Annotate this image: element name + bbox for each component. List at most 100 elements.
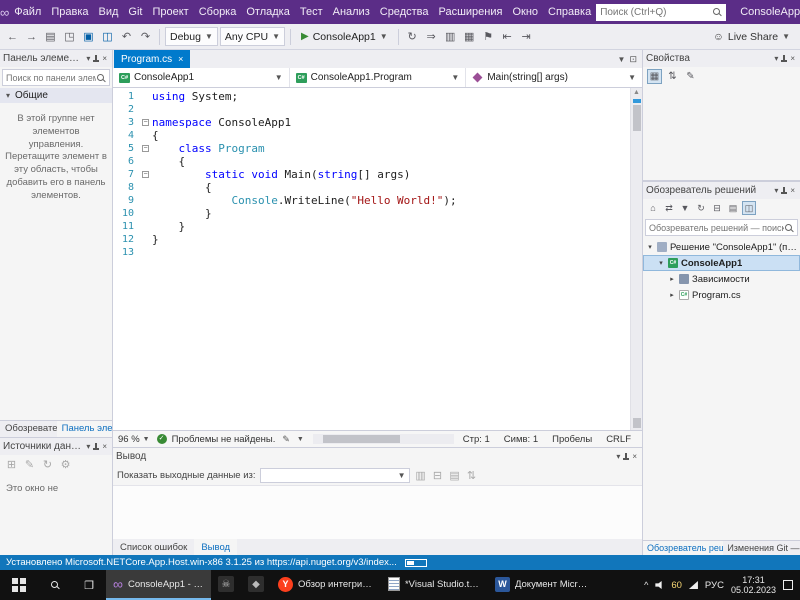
tab-error-list[interactable]: Список ошибок bbox=[113, 539, 194, 555]
chevron-down-icon[interactable]: ▾ bbox=[84, 442, 92, 451]
chevron-down-icon[interactable]: ▾ bbox=[772, 54, 780, 63]
clock[interactable]: 17:31 05.02.2023 bbox=[731, 575, 776, 596]
menu-item[interactable]: Вид bbox=[94, 0, 124, 24]
tab-server-explorer[interactable]: Обозревате... bbox=[0, 421, 57, 437]
menu-item[interactable]: Сборка bbox=[194, 0, 242, 24]
taskbar-item-visual-studio[interactable]: ∞ ConsoleApp1 - Mic... bbox=[106, 570, 211, 600]
tab-output[interactable]: Вывод bbox=[194, 539, 238, 555]
tree-expander-icon[interactable]: ▾ bbox=[646, 243, 654, 251]
network-icon[interactable] bbox=[688, 581, 698, 589]
code-line[interactable]: 3 − namespace ConsoleApp1 bbox=[113, 116, 630, 129]
pin-icon[interactable] bbox=[780, 54, 788, 64]
menu-item[interactable]: Файл bbox=[9, 0, 46, 24]
pin-icon[interactable] bbox=[622, 452, 630, 462]
code-line[interactable]: 7 − static void Main(string[] args) bbox=[113, 168, 630, 181]
volume-icon[interactable] bbox=[655, 581, 662, 589]
toolbox-category-general[interactable]: ▾ Общие bbox=[0, 88, 112, 103]
code-line[interactable]: 6 { bbox=[113, 155, 630, 168]
menu-item[interactable]: Справка bbox=[543, 0, 596, 24]
zoom-dropdown[interactable]: 96 % ▼ bbox=[116, 434, 152, 445]
menu-item[interactable]: Git bbox=[123, 0, 147, 24]
taskbar-item-word[interactable]: W Документ Microso... bbox=[488, 570, 598, 600]
code-line[interactable]: 11 } bbox=[113, 220, 630, 233]
collapse-region-icon[interactable]: − bbox=[142, 145, 149, 152]
quick-search-box[interactable] bbox=[596, 3, 727, 21]
indentation-indicator[interactable]: Пробелы bbox=[552, 434, 592, 445]
fold-margin[interactable]: − bbox=[139, 171, 152, 178]
collapse-region-icon[interactable]: − bbox=[142, 171, 149, 178]
code-health-icon[interactable]: ✎ bbox=[280, 434, 292, 445]
code-line[interactable]: 9 Console.WriteLine("Hello World!"); bbox=[113, 194, 630, 207]
tab-toolbox[interactable]: Панель эле... bbox=[56, 421, 112, 437]
window-options-icon[interactable]: ⊡ bbox=[629, 54, 637, 65]
indent-decrease-icon[interactable]: ⇤ bbox=[499, 28, 516, 46]
output-source-dropdown[interactable]: ▼ bbox=[259, 467, 410, 483]
collapse-region-icon[interactable]: − bbox=[142, 119, 149, 126]
tree-item-dependencies[interactable]: ▸ Зависимости bbox=[643, 271, 800, 287]
tree-expander-icon[interactable]: ▸ bbox=[668, 291, 676, 299]
close-icon[interactable]: × bbox=[100, 442, 109, 451]
line-number-indicator[interactable]: Стр: 1 bbox=[463, 434, 490, 445]
tree-item-program-cs[interactable]: ▸ C# Program.cs bbox=[643, 287, 800, 303]
navigate-forward-icon[interactable]: → bbox=[23, 28, 40, 46]
menu-item[interactable]: Тест bbox=[295, 0, 328, 24]
categorized-icon[interactable]: ▦ bbox=[647, 69, 662, 84]
battery-percentage[interactable]: 60 bbox=[671, 580, 682, 591]
solution-search-box[interactable] bbox=[645, 219, 798, 236]
menu-item[interactable]: Анализ bbox=[328, 0, 375, 24]
member-dropdown[interactable]: Main(string[] args) ▼ bbox=[466, 68, 642, 87]
scroll-up-icon[interactable]: ▲ bbox=[633, 88, 640, 98]
sync-with-active-document-icon[interactable]: ◫ bbox=[742, 201, 756, 215]
editor-horizontal-scrollbar[interactable] bbox=[312, 434, 454, 444]
new-project-icon[interactable]: ▤ bbox=[42, 28, 59, 46]
code-lines[interactable]: 1 using System; 2 3− namespace ConsoleApp1 4{… bbox=[113, 88, 630, 430]
code-line[interactable]: 4{ bbox=[113, 129, 630, 142]
action-center-icon[interactable] bbox=[783, 580, 793, 590]
pin-icon[interactable] bbox=[780, 186, 788, 196]
quick-search-input[interactable] bbox=[600, 6, 710, 18]
platform-dropdown[interactable]: Any CPU ▼ bbox=[219, 27, 285, 46]
close-icon[interactable]: × bbox=[100, 54, 109, 63]
solution-explorer-toggle-icon[interactable]: ▦ bbox=[461, 28, 478, 46]
scroll-down-zone[interactable] bbox=[632, 418, 641, 428]
navigate-back-icon[interactable]: ← bbox=[4, 28, 21, 46]
toolbox-header[interactable]: Панель элементов ▾ × bbox=[0, 50, 112, 67]
properties-header[interactable]: Свойства ▾ × bbox=[643, 50, 800, 67]
solution-explorer-header[interactable]: Обозреватель решений ▾ × bbox=[643, 182, 800, 199]
menu-item[interactable]: Правка bbox=[46, 0, 93, 24]
language-indicator[interactable]: РУС bbox=[705, 580, 724, 591]
fold-margin[interactable]: − bbox=[139, 145, 152, 152]
code-line[interactable]: 2 bbox=[113, 103, 630, 116]
close-icon[interactable]: × bbox=[630, 452, 639, 461]
toolbox-search-input[interactable] bbox=[6, 72, 96, 83]
hot-reload-icon[interactable]: ↻ bbox=[404, 28, 421, 46]
tab-program-cs[interactable]: Program.cs × bbox=[114, 50, 191, 68]
menu-item[interactable]: Расширения bbox=[433, 0, 507, 24]
code-line[interactable]: 13 bbox=[113, 246, 630, 259]
tree-expander-icon[interactable]: ▾ bbox=[657, 259, 665, 267]
type-dropdown[interactable]: C# ConsoleApp1.Program ▼ bbox=[290, 68, 467, 87]
output-content[interactable] bbox=[113, 485, 642, 539]
show-all-files-icon[interactable]: ▤ bbox=[726, 201, 740, 215]
open-files-dropdown-icon[interactable]: ▼ bbox=[618, 55, 626, 64]
home-icon[interactable]: ⌂ bbox=[646, 201, 660, 215]
code-line[interactable]: 8 { bbox=[113, 181, 630, 194]
save-all-icon[interactable]: ◫ bbox=[99, 28, 116, 46]
output-header[interactable]: Вывод ▾ × bbox=[113, 448, 642, 465]
editor-vertical-scrollbar[interactable]: ▲ bbox=[630, 88, 642, 430]
hidden-icons-chevron[interactable]: ^ bbox=[644, 580, 648, 590]
property-pages-icon[interactable]: ✎ bbox=[683, 69, 698, 84]
line-ending-indicator[interactable]: CRLF bbox=[606, 434, 631, 445]
live-share-button[interactable]: ☺ Live Share ▼ bbox=[713, 31, 796, 43]
tab-git-changes[interactable]: Изменения Git — п... bbox=[723, 541, 800, 555]
code-editor[interactable]: 1 using System; 2 3− namespace ConsoleApp1 4{… bbox=[113, 88, 642, 430]
column-indicator[interactable]: Симв: 1 bbox=[504, 434, 538, 445]
attach-process-icon[interactable]: ⇒ bbox=[423, 28, 440, 46]
switch-views-icon[interactable]: ⇄ bbox=[662, 201, 676, 215]
bookmark-icon[interactable]: ⚑ bbox=[480, 28, 497, 46]
toolbox-search-box[interactable] bbox=[2, 69, 110, 86]
pin-icon[interactable] bbox=[92, 442, 100, 452]
project-dropdown[interactable]: C# ConsoleApp1 ▼ bbox=[113, 68, 290, 87]
undo-icon[interactable]: ↶ bbox=[118, 28, 135, 46]
tree-expander-icon[interactable]: ▸ bbox=[668, 275, 676, 283]
